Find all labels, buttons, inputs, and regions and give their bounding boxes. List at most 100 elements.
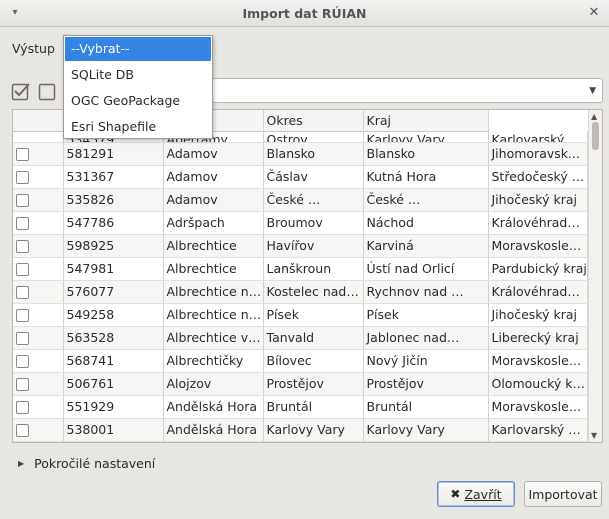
table-row[interactable]: 538001 Andělská Hora Karlovy Vary Karlovy V… [13, 418, 588, 442]
column-header-kraj[interactable]: Kraj [363, 110, 489, 132]
table-row[interactable]: 551929 Andělská Hora Bruntál Bruntál Moravsk… [13, 395, 588, 419]
dropdown-option-select[interactable]: --Vybrat-- [65, 37, 211, 61]
table-row[interactable]: 531367 Adamov Čáslav Kutná Hora Středočeský … [13, 165, 588, 189]
cell-code: 598925 [63, 234, 164, 258]
row-checkbox[interactable] [16, 286, 29, 299]
row-checkbox-cell[interactable] [13, 326, 64, 350]
row-checkbox[interactable] [16, 263, 29, 276]
cell-okres: Kutná Hora [363, 165, 489, 189]
table-row[interactable]: 598925 Albrechtice Havířov Karviná Moravskos… [13, 234, 588, 258]
check-all-icon[interactable] [11, 81, 31, 101]
row-checkbox-cell[interactable] [13, 349, 64, 373]
municipality-table[interactable]: ORP Okres Kraj 534579 Abertamy Ostrov Ka… [12, 109, 603, 443]
cell-name: Albrechtice n… [163, 303, 264, 327]
filter-combo[interactable]: ▼ [212, 78, 603, 103]
row-checkbox-cell[interactable] [13, 303, 64, 327]
table-row[interactable]: 547786 Adršpach Broumov Náchod Královéhradec… [13, 211, 588, 235]
dropdown-option-shapefile[interactable]: Esri Shapefile [64, 114, 212, 140]
expand-triangle-icon[interactable]: ▶ [18, 459, 24, 468]
cell-kraj: Královéhradecký … [488, 211, 588, 235]
cell-code: 581291 [63, 142, 164, 166]
cell-orp: Bílovec [263, 349, 364, 373]
row-checkbox[interactable] [16, 355, 29, 368]
row-checkbox-cell[interactable] [13, 418, 64, 442]
cell-orp: Blansko [263, 142, 364, 166]
collapse-icon[interactable]: ▾ [8, 6, 22, 20]
cell-name: Albrechtice [163, 234, 264, 258]
cell-name: Albrechtičky [163, 349, 264, 373]
table-row[interactable]: 549258 Albrechtice n… Písek Písek Jihočeský … [13, 303, 588, 327]
row-checkbox-cell[interactable] [13, 395, 64, 419]
cell-code: 538001 [63, 418, 164, 442]
table-row[interactable]: 506761 Alojzov Prostějov Prostějov Olomoucký… [13, 372, 588, 396]
table-row[interactable]: 581291 Adamov Blansko Blansko Jihomoravský k… [13, 142, 588, 166]
dropdown-option-geopackage[interactable]: OGC GeoPackage [64, 88, 212, 114]
dropdown-option-sqlite[interactable]: SQLite DB [64, 62, 212, 88]
close-button[interactable]: ✖ Zavřít [437, 481, 515, 507]
close-icon[interactable]: ✕ [586, 5, 602, 21]
row-checkbox[interactable] [16, 217, 29, 230]
import-button[interactable]: Importovat [524, 481, 602, 507]
column-header-check[interactable] [13, 110, 64, 132]
row-checkbox-cell[interactable] [13, 257, 64, 281]
cell-name: Albrechtice [163, 257, 264, 281]
row-checkbox-cell[interactable] [13, 165, 64, 189]
advanced-settings-toggle[interactable]: ▶ Pokročilé nastavení [18, 456, 155, 471]
cell-okres: Karlovy Vary [363, 131, 489, 143]
scroll-up-icon[interactable]: ▲ [591, 112, 597, 121]
row-checkbox[interactable] [16, 309, 29, 322]
row-checkbox-cell[interactable] [13, 211, 64, 235]
cell-okres: České … [363, 188, 489, 212]
table-row[interactable]: 576077 Albrechtice n… Kostelec nad … Rychno… [13, 280, 588, 304]
row-checkbox-cell[interactable] [13, 131, 64, 143]
cell-code: 549258 [63, 303, 164, 327]
row-checkbox[interactable] [16, 148, 29, 161]
row-checkbox[interactable] [16, 424, 29, 437]
table-row[interactable]: 568741 Albrechtičky Bílovec Nový Jičín Morav… [13, 349, 588, 373]
row-checkbox-cell[interactable] [13, 142, 64, 166]
chevron-down-icon[interactable]: ▼ [589, 86, 596, 96]
cell-code: 551929 [63, 395, 164, 419]
cell-name: Adamov [163, 165, 264, 189]
vertical-scrollbar[interactable]: ▲ ▼ [588, 110, 602, 442]
cell-name: Adršpach [163, 211, 264, 235]
row-checkbox-cell[interactable] [13, 372, 64, 396]
cell-okres: Náchod [363, 211, 489, 235]
window-title: Import dat RÚIAN [242, 5, 367, 21]
cell-okres: Bruntál [363, 395, 489, 419]
cell-name: Adamov [163, 142, 264, 166]
row-checkbox-cell[interactable] [13, 234, 64, 258]
cell-code: 547981 [63, 257, 164, 281]
cell-code: 568741 [63, 349, 164, 373]
cell-kraj: Karlovarský kraj [488, 418, 588, 442]
row-checkbox[interactable] [16, 332, 29, 345]
cell-name: Alojzov [163, 372, 264, 396]
cell-orp: Bruntál [263, 395, 364, 419]
cell-orp: Ostrov [263, 131, 364, 143]
uncheck-all-icon[interactable] [38, 81, 58, 101]
table-row[interactable]: 563528 Albrechtice v … Tanvald Jablonec nad… [13, 326, 588, 350]
cell-kraj: Středočeský kraj [488, 165, 588, 189]
cell-orp: Kostelec nad … [263, 280, 364, 304]
advanced-settings-label: Pokročilé nastavení [34, 456, 156, 471]
cell-kraj: Liberecký kraj [488, 326, 588, 350]
output-dropdown[interactable]: --Vybrat-- SQLite DB OGC GeoPackage Esri… [63, 35, 213, 139]
row-checkbox[interactable] [16, 240, 29, 253]
scrollbar-thumb[interactable] [592, 122, 599, 150]
table-row[interactable]: 535826 Adamov České … České … Jihočeský kraj [13, 188, 588, 212]
cell-kraj: Olomoucký kraj [488, 372, 588, 396]
cell-kraj: Pardubický kraj [488, 257, 588, 281]
row-checkbox[interactable] [16, 171, 29, 184]
cell-orp: České … [263, 188, 364, 212]
row-checkbox-cell[interactable] [13, 280, 64, 304]
cell-code: 547786 [63, 211, 164, 235]
row-checkbox[interactable] [16, 401, 29, 414]
row-checkbox[interactable] [16, 378, 29, 391]
cell-okres: Karlovy Vary [363, 418, 489, 442]
column-header-okres[interactable]: Okres [263, 110, 364, 132]
scroll-down-icon[interactable]: ▼ [591, 431, 597, 440]
table-row[interactable]: 547981 Albrechtice Lanškroun Ústí nad Orlic… [13, 257, 588, 281]
cell-code: 576077 [63, 280, 164, 304]
row-checkbox[interactable] [16, 194, 29, 207]
row-checkbox-cell[interactable] [13, 188, 64, 212]
